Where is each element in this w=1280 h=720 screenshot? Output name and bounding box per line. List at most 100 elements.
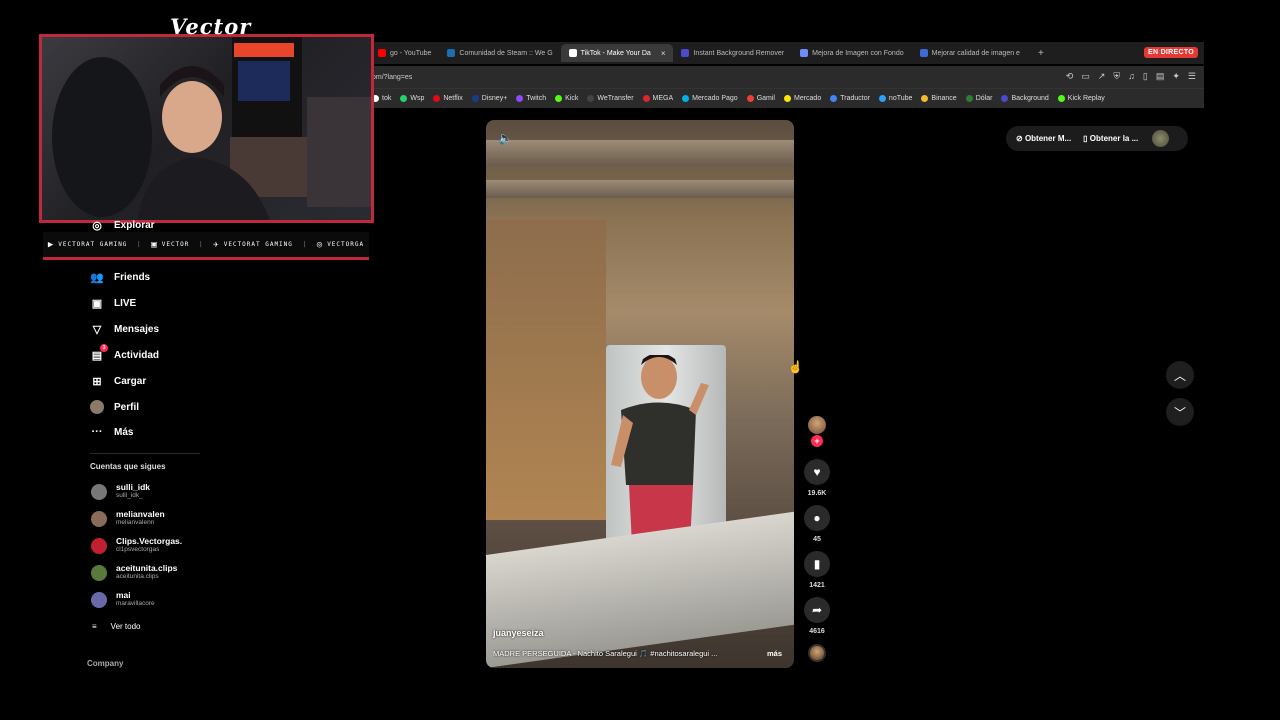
browser-tab[interactable]: Comunidad de Steam :: We G [439, 44, 560, 62]
bookmark-item[interactable]: MEGA [642, 95, 674, 102]
wallet-icon[interactable]: ▤ [1156, 71, 1165, 82]
comment-count: 45 [813, 536, 821, 543]
bookmark-item[interactable]: WeTransfer [587, 95, 634, 102]
music-disc-avatar[interactable] [808, 644, 826, 662]
browser-tab[interactable]: Mejora de Imagen con Fondo [792, 44, 911, 62]
next-video-button[interactable]: ﹀ [1166, 398, 1194, 426]
share-icon[interactable]: ↗ [1098, 71, 1106, 82]
bookmark-item[interactable]: Netflix [433, 95, 463, 102]
sidebar-item-cargar[interactable]: ⊞ Cargar [90, 374, 146, 388]
bookmark-item[interactable]: Kick [555, 95, 578, 102]
user-avatar[interactable] [1152, 130, 1170, 147]
followed-account[interactable]: Clips.Vectorgas. cl1psvectorgas [91, 537, 182, 554]
comment-action[interactable]: ● 45 [803, 505, 831, 543]
sidebar-item-más[interactable]: ··· Más [90, 425, 134, 439]
video-player[interactable] [486, 120, 794, 668]
sidebar-item-explorar[interactable]: ◎ Explorar [90, 218, 154, 232]
live-badge: EN DIRECTO [1144, 47, 1199, 58]
bookmark-label: Twitch [526, 95, 547, 102]
bookmark-item[interactable]: noTube [878, 95, 912, 102]
sidebar-item-mensajes[interactable]: ▽ Mensajes [90, 322, 159, 336]
tiktok-icon [568, 49, 577, 57]
account-handle: melianvalenn [116, 519, 155, 526]
bookmark-favicon-icon [1057, 95, 1065, 102]
social-item: ▣ VECTOR [151, 240, 189, 250]
bookmark-icon[interactable]: ▮ [804, 551, 830, 577]
chevron-down-icon: ﹀ [1173, 405, 1186, 420]
divider [90, 453, 200, 454]
screen-icon[interactable]: ▭ [1081, 71, 1090, 82]
previous-video-button[interactable]: ︿ [1166, 361, 1194, 389]
see-all-link[interactable]: ≡ Ver todo [92, 622, 140, 631]
bookmark-item[interactable]: Wsp [400, 95, 424, 102]
followed-account[interactable]: melianvalen melianvalenn [91, 510, 165, 527]
bookmark-item[interactable]: Background [1001, 95, 1049, 102]
translate-icon[interactable]: ⟲ [1066, 71, 1074, 82]
new-tab-icon[interactable]: + [1038, 48, 1044, 59]
volume-icon[interactable]: 🔈 [498, 131, 513, 145]
share-action[interactable]: ➦ 4616 [803, 597, 831, 635]
sidebar-item-perfil[interactable]: Perfil [90, 400, 139, 414]
like-action[interactable]: ♥ 19.6K [803, 459, 831, 497]
author-avatar[interactable] [808, 416, 826, 434]
social-item: ◎ VECTORGA [317, 240, 364, 250]
twitter-icon: ✈ [213, 239, 220, 250]
follow-button[interactable]: + [811, 435, 823, 447]
bookmark-item[interactable]: tok [372, 95, 391, 102]
sidebar-item-label: LIVE [114, 297, 137, 309]
menu-icon[interactable]: ☰ [1188, 71, 1196, 82]
image-icon [919, 49, 928, 57]
account-handle: maravillacore [116, 600, 155, 607]
bookmark-favicon-icon [746, 95, 754, 102]
comment-icon[interactable]: ● [804, 505, 830, 531]
bookmark-favicon-icon [921, 95, 929, 102]
bookmark-item[interactable]: Gamil [746, 95, 775, 102]
bookmark-item[interactable]: Kick Replay [1057, 95, 1105, 102]
followed-account[interactable]: mai maravillacore [91, 591, 155, 608]
browser-tab[interactable]: TikTok - Make Your Da × [560, 44, 674, 62]
bookmark-item[interactable]: Mercado Pago [682, 95, 738, 102]
account-name: Clips.Vectorgas. [116, 536, 183, 546]
account-name: melianvalen [116, 509, 165, 519]
browser-tab[interactable]: go - YouTube [370, 44, 439, 62]
address-bar[interactable]: om/?lang=es ⟲ ▭ ↗ ⛨ ♫ ▯ ▤ ✦ ☰ [370, 66, 1204, 88]
bookmark-item[interactable]: Disney+ [471, 95, 507, 102]
url-text[interactable]: om/?lang=es [372, 74, 412, 81]
extensions-icon[interactable]: ✦ [1172, 71, 1180, 82]
company-link[interactable]: Company [87, 659, 123, 668]
following-title: Cuentas que sigues [90, 462, 166, 471]
followed-account[interactable]: aceitunita.clips aceitunita.clips [91, 564, 177, 581]
video-scene-wall [486, 220, 606, 520]
sidebar-item-friends[interactable]: 👥 Friends [90, 270, 150, 284]
bookmark-item[interactable]: Traductor [830, 95, 870, 102]
avatar [91, 564, 107, 581]
followed-account[interactable]: sulli_idk sulli_idk_ [91, 483, 150, 500]
bookmark-item[interactable]: Mercado [783, 95, 821, 102]
steam-icon [447, 49, 456, 57]
account-handle: cl1psvectorgas [116, 546, 160, 553]
bookmark-label: Traductor [840, 95, 870, 102]
sparkle-icon [800, 49, 809, 57]
bookmark-item[interactable]: Binance [921, 95, 957, 102]
bookmark-item[interactable]: Dólar [965, 95, 992, 102]
music-icon[interactable]: ♫ [1128, 71, 1135, 82]
share-arrow-icon[interactable]: ➦ [804, 597, 830, 623]
browser-tab[interactable]: Instant Background Remover [673, 44, 792, 62]
bookmark-label: MEGA [652, 95, 674, 102]
bookmark-item[interactable]: Twitch [516, 95, 546, 102]
browser-tab[interactable]: Mejorar calidad de imagen e [912, 44, 1028, 62]
heart-icon[interactable]: ♥ [804, 459, 830, 485]
notification-badge: 3 [100, 344, 108, 352]
sidebar-item-actividad[interactable]: ▤ 3 Actividad [90, 344, 159, 362]
video-username[interactable]: juanyeseiza [493, 628, 544, 638]
get-coins-button[interactable]: ⊘ Obtener M... [1016, 134, 1071, 143]
get-app-button[interactable]: ▯ Obtener la ... [1083, 134, 1138, 143]
caption-more-link[interactable]: más [767, 649, 782, 658]
webcam-image [52, 37, 371, 220]
save-action[interactable]: ▮ 1421 [803, 551, 831, 589]
close-tab-icon[interactable]: × [661, 49, 666, 58]
sidebar-item-live[interactable]: ▣ LIVE [90, 296, 136, 310]
bookmark-label: Kick [565, 95, 579, 102]
brave-shield-icon[interactable]: ⛨ [1113, 71, 1120, 82]
sidebar-icon[interactable]: ▯ [1143, 71, 1148, 82]
